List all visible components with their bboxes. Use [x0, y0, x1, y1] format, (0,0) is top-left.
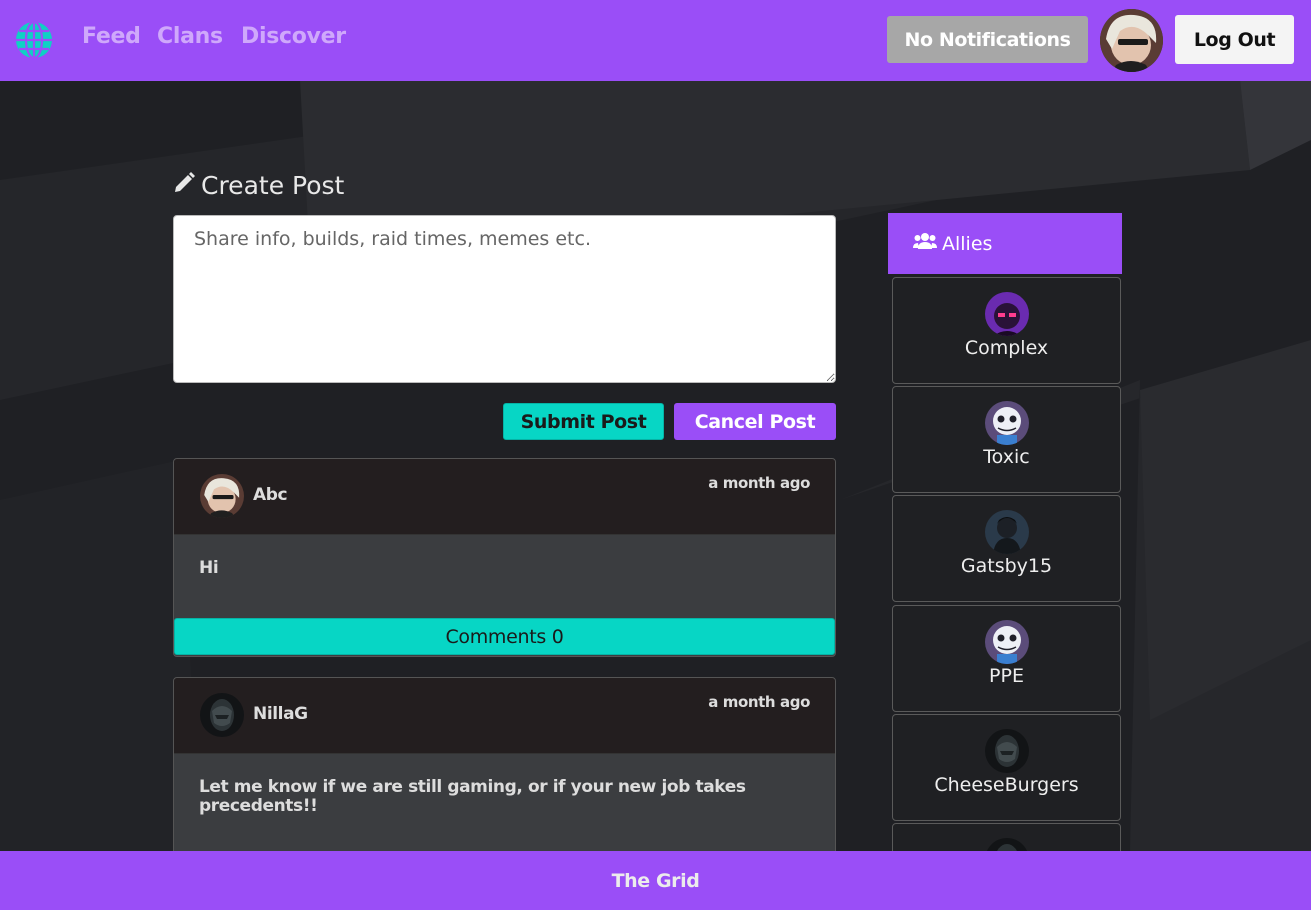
create-post-heading: Create Post — [173, 171, 344, 200]
ally-card[interactable]: PPE — [892, 605, 1121, 712]
ally-avatar — [985, 729, 1029, 773]
create-post-title: Create Post — [201, 171, 345, 200]
ally-avatar — [985, 401, 1029, 445]
ally-avatar — [985, 620, 1029, 664]
post-card: NillaG a month ago Let me know if we are… — [173, 677, 836, 877]
post-body: Hi — [199, 558, 219, 578]
submit-post-button[interactable]: Submit Post — [503, 403, 664, 440]
cancel-post-button[interactable]: Cancel Post — [674, 403, 836, 440]
post-header: NillaG a month ago — [174, 678, 835, 754]
user-avatar[interactable] — [1100, 9, 1163, 72]
ally-card[interactable]: Toxic — [892, 386, 1121, 493]
post-author[interactable]: NillaG — [253, 704, 308, 724]
users-icon — [913, 232, 937, 255]
nav-link-clans[interactable]: Clans — [157, 24, 223, 49]
post-textarea[interactable] — [173, 215, 836, 383]
ally-avatar — [985, 292, 1029, 336]
footer-text: The Grid — [611, 869, 700, 892]
notifications-button[interactable]: No Notifications — [887, 16, 1088, 63]
comments-button[interactable]: Comments 0 — [174, 618, 835, 655]
top-navbar: Feed Clans Discover No Notifications Log… — [0, 0, 1311, 81]
post-author-avatar[interactable] — [200, 693, 244, 737]
ally-name: Gatsby15 — [960, 555, 1053, 577]
ally-card[interactable]: Complex — [892, 277, 1121, 384]
globe-logo-icon[interactable] — [14, 20, 54, 60]
ally-card[interactable]: CheeseBurgers — [892, 714, 1121, 821]
nav-link-discover[interactable]: Discover — [241, 24, 346, 49]
allies-header: Allies — [888, 213, 1122, 274]
ally-name: CheeseBurgers — [934, 774, 1079, 796]
post-body: Let me know if we are still gaming, or i… — [199, 777, 746, 816]
logout-button[interactable]: Log Out — [1175, 15, 1294, 64]
post-card: Abc a month ago Hi Comments 0 — [173, 458, 836, 657]
ally-name: Toxic — [983, 446, 1030, 468]
ally-name: PPE — [989, 665, 1024, 687]
post-timestamp: a month ago — [708, 474, 810, 492]
ally-avatar — [985, 510, 1029, 554]
ally-card[interactable]: Gatsby15 — [892, 495, 1121, 602]
pencil-icon — [173, 171, 195, 200]
post-author[interactable]: Abc — [253, 485, 288, 505]
ally-name: Complex — [964, 337, 1049, 359]
nav-link-feed[interactable]: Feed — [82, 24, 141, 49]
allies-title: Allies — [942, 232, 993, 255]
footer: The Grid — [0, 851, 1311, 910]
post-timestamp: a month ago — [708, 693, 810, 711]
post-header: Abc a month ago — [174, 459, 835, 535]
post-author-avatar[interactable] — [200, 474, 244, 518]
